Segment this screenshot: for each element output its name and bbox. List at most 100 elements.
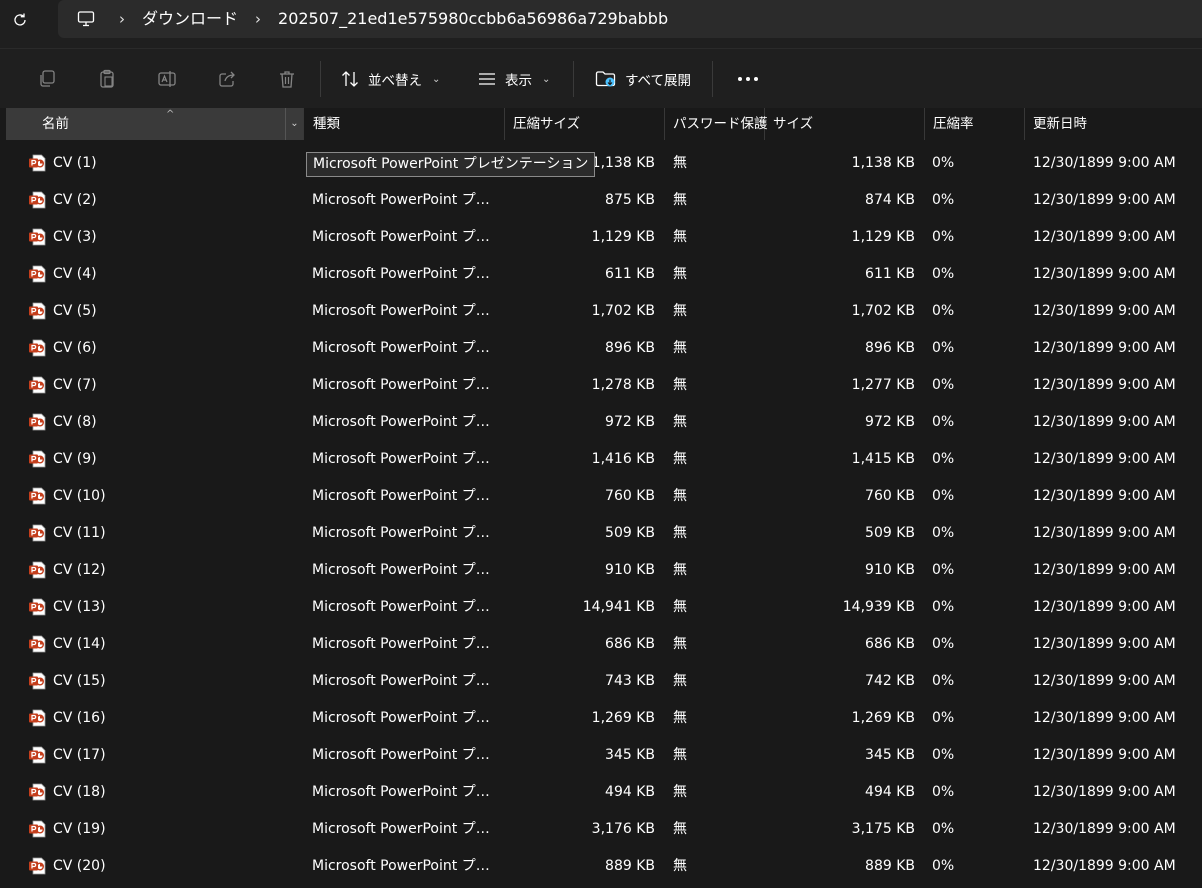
file-compression-ratio: 0%	[932, 414, 955, 430]
file-row[interactable]: CV (16) Microsoft PowerPoint プレ... 1,269…	[0, 700, 1202, 737]
file-row[interactable]: CV (9) Microsoft PowerPoint プレ... 1,416 …	[0, 441, 1202, 478]
file-password-protected: 無	[673, 784, 687, 800]
file-name: CV (7)	[53, 377, 97, 393]
file-password-protected: 無	[673, 710, 687, 726]
rename-icon[interactable]	[155, 67, 179, 91]
sort-icon	[342, 71, 358, 87]
file-row[interactable]: CV (11) Microsoft PowerPoint プレ... 509 K…	[0, 515, 1202, 552]
paste-icon[interactable]	[95, 67, 119, 91]
type-tooltip: Microsoft PowerPoint プレゼンテーション	[306, 152, 596, 177]
column-header-password[interactable]: パスワード保護	[665, 108, 768, 140]
file-password-protected: 無	[673, 562, 687, 578]
file-type: Microsoft PowerPoint プレ...	[312, 858, 492, 874]
file-compressed-size: 1,269 KB	[591, 710, 655, 726]
file-row[interactable]: CV (19) Microsoft PowerPoint プレ... 3,176…	[0, 811, 1202, 848]
column-header-row: ^ 名前 ⌄ 種類 圧縮サイズ パスワード保護 サイズ 圧縮率 更新日時	[0, 108, 1202, 140]
file-size: 1,138 KB	[851, 155, 915, 171]
file-size: 896 KB	[865, 340, 915, 356]
file-modified-date: 12/30/1899 9:00 AM	[1033, 747, 1176, 763]
file-password-protected: 無	[673, 266, 687, 282]
file-name: CV (19)	[53, 821, 106, 837]
file-row[interactable]: CV (3) Microsoft PowerPoint プレ... 1,129 …	[0, 219, 1202, 256]
file-type: Microsoft PowerPoint プレ...	[312, 821, 492, 837]
file-modified-date: 12/30/1899 9:00 AM	[1033, 303, 1176, 319]
file-row[interactable]: CV (12) Microsoft PowerPoint プレ... 910 K…	[0, 552, 1202, 589]
file-size: 686 KB	[865, 636, 915, 652]
column-header-date[interactable]: 更新日時	[1025, 108, 1202, 140]
file-password-protected: 無	[673, 599, 687, 615]
file-compression-ratio: 0%	[932, 858, 955, 874]
column-header-ratio[interactable]: 圧縮率	[925, 108, 1025, 140]
file-size: 509 KB	[865, 525, 915, 541]
breadcrumb[interactable]: › ダウンロード › 202507_21ed1e575980ccbb6a5698…	[58, 0, 1202, 38]
file-row[interactable]: CV (14) Microsoft PowerPoint プレ... 686 K…	[0, 626, 1202, 663]
file-compressed-size: 875 KB	[605, 192, 655, 208]
sort-button[interactable]: 並べ替え ⌄	[340, 63, 440, 95]
file-row[interactable]: CV (7) Microsoft PowerPoint プレ... 1,278 …	[0, 367, 1202, 404]
file-type: Microsoft PowerPoint プレ...	[312, 673, 492, 689]
file-modified-date: 12/30/1899 9:00 AM	[1033, 266, 1176, 282]
file-compressed-size: 14,941 KB	[582, 599, 655, 615]
file-password-protected: 無	[673, 858, 687, 874]
breadcrumb-downloads[interactable]: ダウンロード	[138, 0, 242, 38]
file-row[interactable]: CV (6) Microsoft PowerPoint プレ... 896 KB…	[0, 330, 1202, 367]
file-size: 1,277 KB	[851, 377, 915, 393]
column-header-type[interactable]: 種類	[305, 108, 505, 140]
file-modified-date: 12/30/1899 9:00 AM	[1033, 451, 1176, 467]
column-header-name[interactable]: ^ 名前 ⌄	[6, 108, 304, 140]
file-row[interactable]: CV (15) Microsoft PowerPoint プレ... 743 K…	[0, 663, 1202, 700]
file-name: CV (14)	[53, 636, 106, 652]
powerpoint-file-icon	[28, 367, 46, 404]
share-icon[interactable]	[215, 67, 239, 91]
powerpoint-file-icon	[28, 552, 46, 589]
file-list: CV (1) Microsoft PowerPoint プレ... 1,138 …	[0, 145, 1202, 885]
file-name: CV (11)	[53, 525, 106, 541]
file-name: CV (20)	[53, 858, 106, 874]
file-row[interactable]: CV (10) Microsoft PowerPoint プレ... 760 K…	[0, 478, 1202, 515]
computer-icon[interactable]	[66, 0, 106, 38]
file-name: CV (18)	[53, 784, 106, 800]
file-row[interactable]: CV (13) Microsoft PowerPoint プレ... 14,94…	[0, 589, 1202, 626]
file-row[interactable]: CV (1) Microsoft PowerPoint プレ... 1,138 …	[0, 145, 1202, 182]
file-row[interactable]: CV (18) Microsoft PowerPoint プレ... 494 K…	[0, 774, 1202, 811]
file-row[interactable]: CV (5) Microsoft PowerPoint プレ... 1,702 …	[0, 293, 1202, 330]
powerpoint-file-icon	[28, 441, 46, 478]
chevron-right-icon[interactable]: ›	[106, 0, 138, 38]
file-type: Microsoft PowerPoint プレ...	[312, 229, 492, 245]
file-size: 1,269 KB	[851, 710, 915, 726]
file-row[interactable]: CV (20) Microsoft PowerPoint プレ... 889 K…	[0, 848, 1202, 885]
file-row[interactable]: CV (17) Microsoft PowerPoint プレ... 345 K…	[0, 737, 1202, 774]
file-modified-date: 12/30/1899 9:00 AM	[1033, 340, 1176, 356]
file-password-protected: 無	[673, 451, 687, 467]
delete-icon[interactable]	[275, 67, 299, 91]
sort-label: 並べ替え	[368, 73, 422, 89]
breadcrumb-current-folder[interactable]: 202507_21ed1e575980ccbb6a56986a729babbb	[274, 0, 672, 38]
file-size: 345 KB	[865, 747, 915, 763]
expand-all-button[interactable]: すべて展開	[595, 63, 691, 95]
file-row[interactable]: CV (2) Microsoft PowerPoint プレ... 875 KB…	[0, 182, 1202, 219]
column-header-size[interactable]: サイズ	[765, 108, 925, 140]
more-options-icon[interactable]	[732, 63, 764, 95]
file-password-protected: 無	[673, 525, 687, 541]
file-password-protected: 無	[673, 340, 687, 356]
file-modified-date: 12/30/1899 9:00 AM	[1033, 599, 1176, 615]
file-name: CV (17)	[53, 747, 106, 763]
view-button[interactable]: 表示 ⌄	[477, 63, 550, 95]
file-compressed-size: 345 KB	[605, 747, 655, 763]
file-row[interactable]: CV (4) Microsoft PowerPoint プレ... 611 KB…	[0, 256, 1202, 293]
refresh-icon[interactable]	[8, 8, 32, 32]
powerpoint-file-icon	[28, 478, 46, 515]
file-row[interactable]: CV (8) Microsoft PowerPoint プレ... 972 KB…	[0, 404, 1202, 441]
column-header-compressed-size[interactable]: 圧縮サイズ	[505, 108, 665, 140]
powerpoint-file-icon	[28, 515, 46, 552]
file-size: 910 KB	[865, 562, 915, 578]
file-modified-date: 12/30/1899 9:00 AM	[1033, 710, 1176, 726]
chevron-right-icon[interactable]: ›	[242, 0, 274, 38]
file-compression-ratio: 0%	[932, 377, 955, 393]
column-dropdown-icon[interactable]: ⌄	[285, 108, 303, 140]
file-compression-ratio: 0%	[932, 525, 955, 541]
copy-icon[interactable]	[35, 67, 59, 91]
file-password-protected: 無	[673, 229, 687, 245]
powerpoint-file-icon	[28, 145, 46, 182]
file-size: 3,175 KB	[851, 821, 915, 837]
